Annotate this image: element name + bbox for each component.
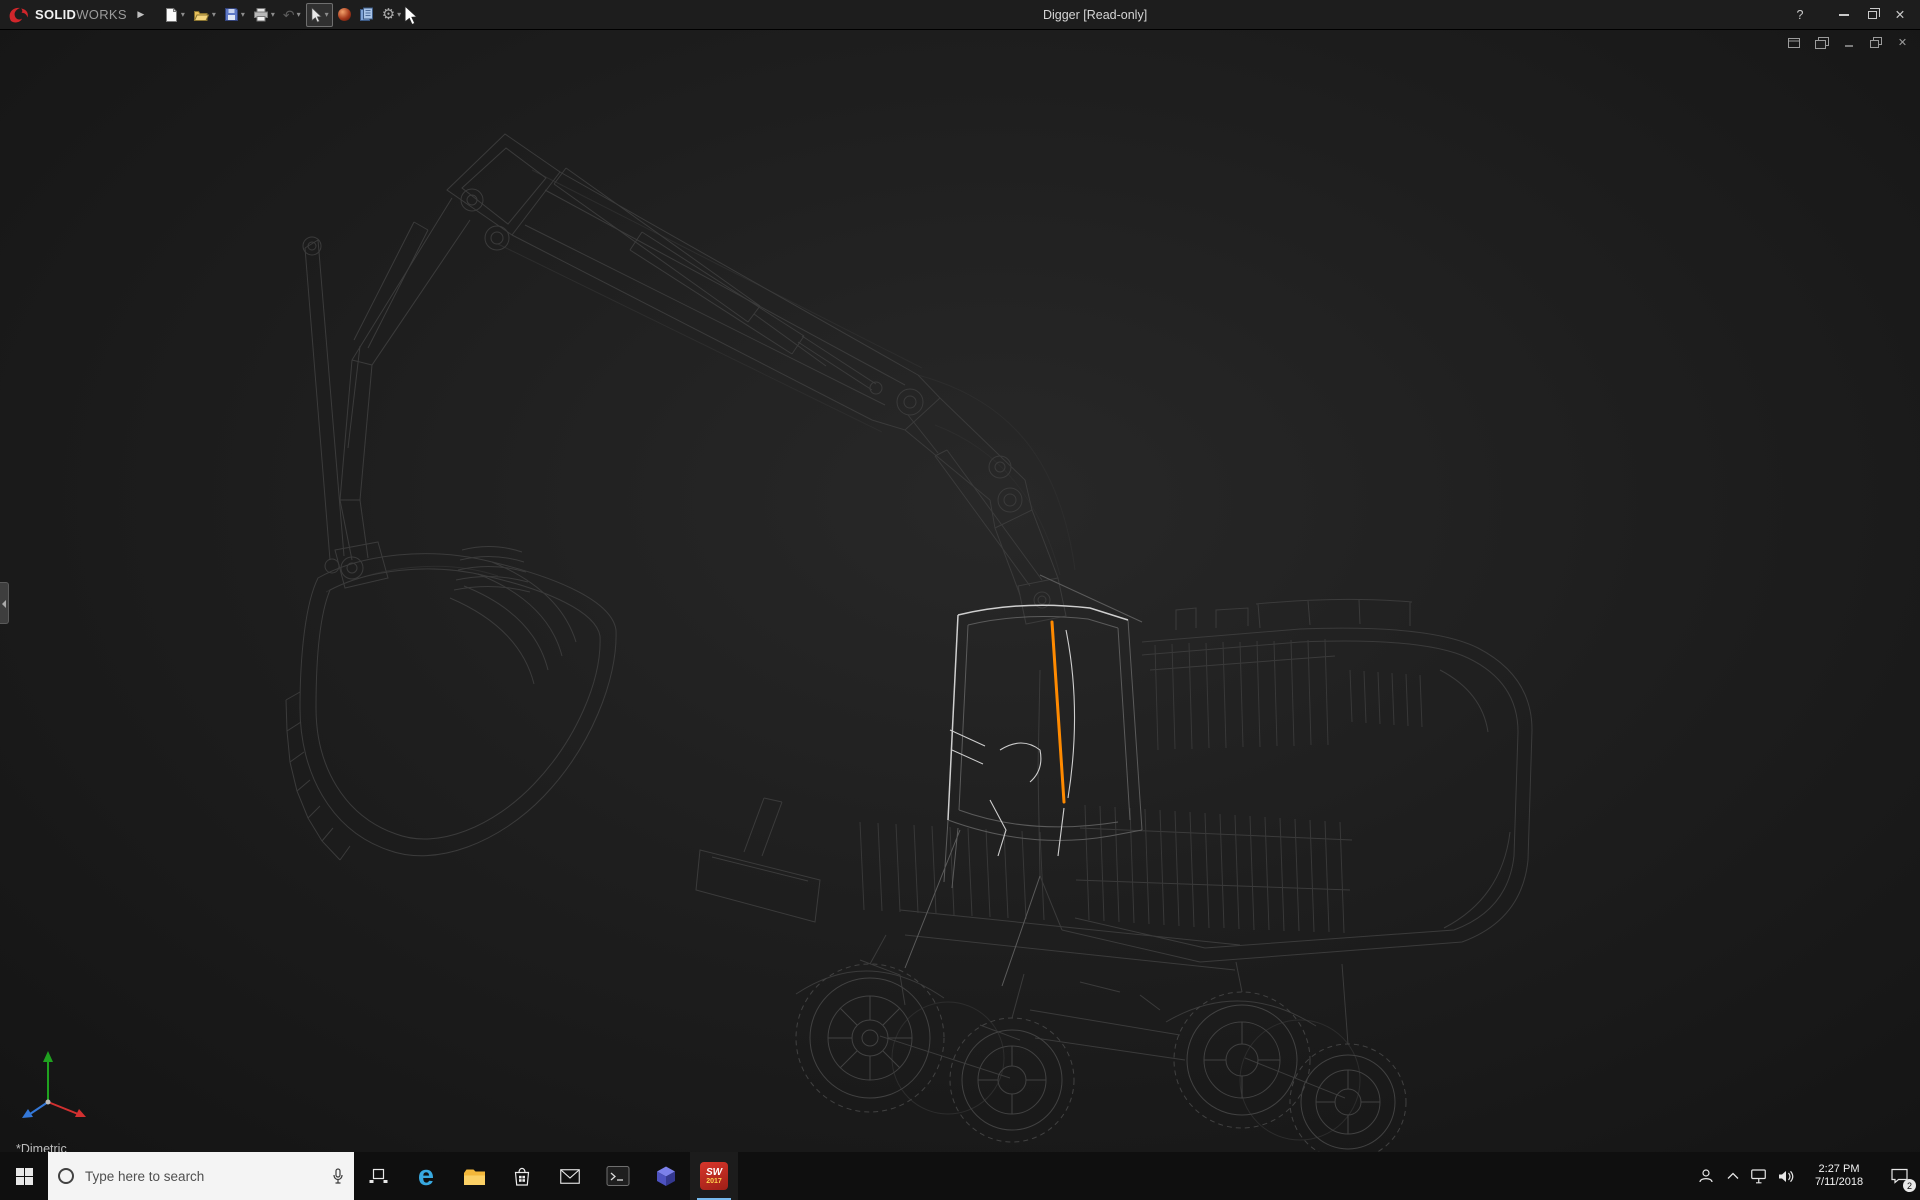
network-icon — [1751, 1169, 1767, 1184]
gear-icon: ⚙ — [382, 7, 395, 22]
print-icon — [253, 7, 269, 22]
solidworks-2017-icon: SW 2017 — [700, 1162, 728, 1190]
select-tool-button[interactable]: ▾ — [306, 3, 333, 27]
solidworks-logo: SOLIDWORKS — [8, 6, 133, 24]
graphics-viewport[interactable]: ✕ *Dimetric — [0, 30, 1920, 1152]
clock-date: 7/11/2018 — [1815, 1176, 1863, 1189]
volume-button[interactable] — [1772, 1152, 1800, 1200]
solidworks-app-button[interactable]: SW 2017 — [690, 1152, 738, 1200]
search-input[interactable] — [83, 1168, 323, 1185]
cab-highlight-lines — [948, 605, 1128, 856]
window-title: Digger [Read-only] — [404, 8, 1786, 22]
task-view-button[interactable] — [354, 1152, 402, 1200]
task-view-icon — [369, 1168, 388, 1184]
dropdown-arrow-icon[interactable]: ▾ — [397, 10, 401, 19]
edge-icon: e — [418, 1162, 434, 1191]
doc-minimize-button[interactable] — [1840, 35, 1857, 50]
help-button[interactable]: ? — [1786, 0, 1814, 30]
quick-access-toolbar: ▾ ▾ ▾ ▾ ↶ ▾ — [161, 3, 404, 27]
windows-logo-icon — [16, 1168, 33, 1185]
solidworks-ds-icon — [8, 6, 30, 24]
minimize-button[interactable] — [1830, 0, 1858, 30]
show-hidden-icons-button[interactable] — [1721, 1152, 1745, 1200]
chevron-up-icon — [1727, 1172, 1739, 1180]
mail-button[interactable] — [546, 1152, 594, 1200]
cube-app-icon — [654, 1164, 678, 1188]
dropdown-arrow-icon[interactable]: ▾ — [271, 10, 275, 19]
cortana-icon[interactable] — [58, 1168, 74, 1184]
dropdown-arrow-icon[interactable]: ▾ — [181, 10, 185, 19]
people-button[interactable] — [1691, 1152, 1721, 1200]
appearance-sphere-icon — [338, 8, 351, 21]
design-library-button[interactable] — [356, 3, 377, 27]
terminal-icon — [606, 1164, 630, 1188]
console-app-button[interactable] — [594, 1152, 642, 1200]
save-button[interactable]: ▾ — [221, 3, 248, 27]
titlebar: SOLIDWORKS ▶ ▾ ▾ ▾ — [0, 0, 1920, 30]
new-document-button[interactable]: ▾ — [161, 3, 188, 27]
reference-triad[interactable] — [12, 1040, 102, 1130]
cascade-windows-button[interactable] — [1813, 35, 1830, 50]
new-window-button[interactable] — [1786, 35, 1803, 50]
notification-badge: 2 — [1903, 1179, 1916, 1192]
undo-button[interactable]: ↶ ▾ — [280, 3, 304, 27]
select-cursor-icon — [310, 7, 323, 23]
brand-text-light: WORKS — [76, 7, 127, 22]
undo-icon: ↶ — [283, 8, 295, 22]
doc-restore-button[interactable] — [1867, 35, 1884, 50]
store-icon — [513, 1166, 531, 1186]
system-tray: 2:27 PM 7/11/2018 2 — [1691, 1152, 1920, 1200]
open-folder-icon — [193, 8, 210, 22]
file-explorer-icon — [463, 1167, 486, 1186]
dropdown-arrow-icon[interactable]: ▾ — [212, 10, 216, 19]
appearance-sphere-button[interactable] — [335, 3, 354, 27]
open-button[interactable]: ▾ — [190, 3, 219, 27]
new-document-icon — [164, 7, 179, 23]
close-button[interactable]: ✕ — [1886, 0, 1914, 30]
save-floppy-icon — [224, 7, 239, 22]
minimize-icon — [1839, 14, 1849, 16]
clock-time: 2:27 PM — [1819, 1163, 1860, 1176]
doc-close-button[interactable]: ✕ — [1894, 35, 1911, 50]
restore-icon — [1868, 11, 1877, 19]
brand-text-bold: SOLID — [35, 7, 76, 22]
print-button[interactable]: ▾ — [250, 3, 278, 27]
options-button[interactable]: ⚙ ▾ — [379, 3, 404, 27]
y-axis-arrow — [43, 1051, 53, 1062]
taskbar-apps: e — [354, 1152, 738, 1200]
3d-viewer-button[interactable] — [642, 1152, 690, 1200]
action-center-button[interactable]: 2 — [1878, 1152, 1920, 1200]
edge-button[interactable]: e — [402, 1152, 450, 1200]
speaker-icon — [1778, 1169, 1794, 1184]
dropdown-arrow-icon[interactable]: ▾ — [241, 10, 245, 19]
restore-button[interactable] — [1858, 0, 1886, 30]
dropdown-arrow-icon[interactable]: ▾ — [325, 10, 329, 19]
wheel-rear-right — [1290, 1044, 1406, 1152]
file-explorer-button[interactable] — [450, 1152, 498, 1200]
network-button[interactable] — [1745, 1152, 1772, 1200]
taskbar-search[interactable] — [48, 1152, 354, 1200]
design-library-icon — [359, 7, 374, 22]
wheel-front-left — [796, 964, 944, 1112]
store-button[interactable] — [498, 1152, 546, 1200]
dropdown-arrow-icon[interactable]: ▾ — [297, 10, 301, 19]
document-window-controls: ✕ — [1786, 35, 1911, 50]
mail-icon — [560, 1169, 580, 1184]
panel-flyout-tab[interactable] — [0, 582, 9, 624]
wireframe-excavator — [0, 30, 1920, 1152]
window-controls: ? ✕ — [1786, 0, 1920, 30]
people-icon — [1698, 1168, 1714, 1184]
selected-edge-highlight — [1052, 622, 1064, 802]
taskbar-clock[interactable]: 2:27 PM 7/11/2018 — [1800, 1152, 1878, 1200]
windows-taskbar: e — [0, 1152, 1920, 1200]
view-orientation-label: *Dimetric — [16, 1142, 67, 1152]
menu-flyout-arrow[interactable]: ▶ — [133, 9, 149, 20]
start-button[interactable] — [0, 1152, 48, 1200]
microphone-icon[interactable] — [332, 1168, 344, 1185]
